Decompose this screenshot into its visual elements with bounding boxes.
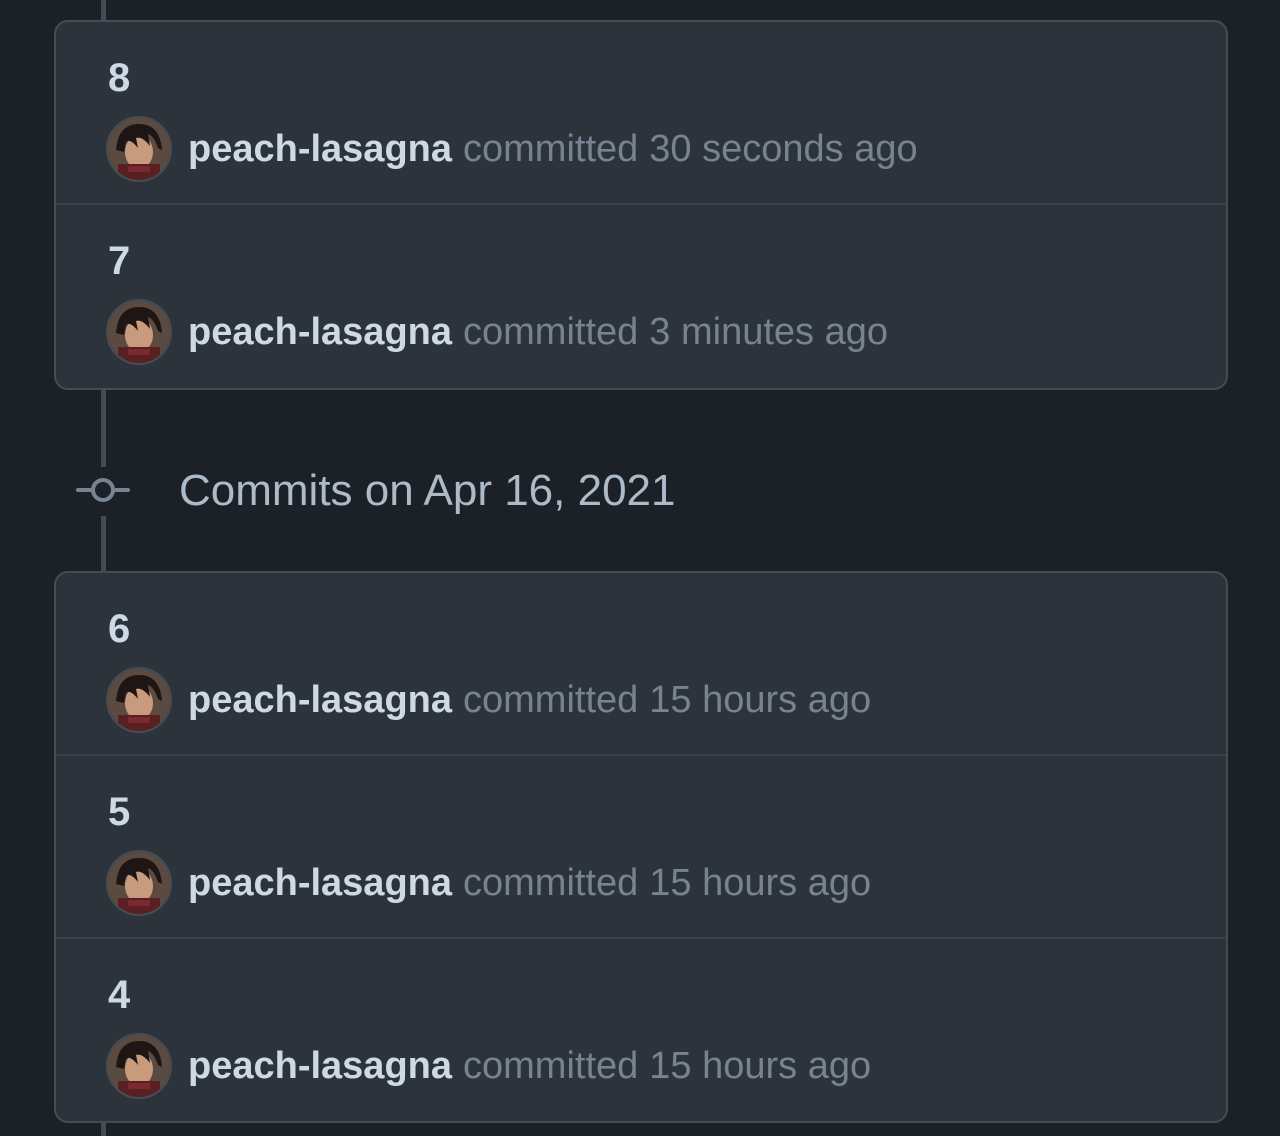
commit-group-card-recent: 8 peach-lasagna committed 30 seconds ago xyxy=(54,20,1228,390)
commit-row[interactable]: 4 peach-lasagna committed 15 hours ago xyxy=(56,939,1226,1121)
commit-row[interactable]: 6 peach-lasagna committed 15 hours ago xyxy=(56,573,1226,756)
commit-author-link[interactable]: peach-lasagna xyxy=(188,679,452,722)
commit-group-card-apr-16: 6 peach-lasagna committed 15 hours ago 5 xyxy=(54,571,1228,1123)
commit-meta: peach-lasagna committed 30 seconds ago xyxy=(106,115,918,183)
commit-author-link[interactable]: peach-lasagna xyxy=(188,128,452,171)
avatar-image xyxy=(108,118,170,180)
commit-author-link[interactable]: peach-lasagna xyxy=(188,862,452,905)
commit-meta: peach-lasagna committed 15 hours ago xyxy=(106,849,871,917)
commit-meta: peach-lasagna committed 15 hours ago xyxy=(106,1032,871,1100)
commit-meta: peach-lasagna committed 3 minutes ago xyxy=(106,298,888,366)
avatar-image xyxy=(108,852,170,914)
commit-title-link[interactable]: 5 xyxy=(108,788,130,836)
commit-title-link[interactable]: 8 xyxy=(108,54,130,102)
user-avatar[interactable] xyxy=(106,850,172,916)
commit-group-header: Commits on Apr 16, 2021 xyxy=(0,455,1280,525)
commit-meta: peach-lasagna committed 15 hours ago xyxy=(106,666,871,734)
commit-title-link[interactable]: 6 xyxy=(108,605,130,653)
commit-relative-time: 15 hours ago xyxy=(649,861,872,904)
git-commit-icon xyxy=(76,478,130,502)
commit-relative-time: 15 hours ago xyxy=(649,678,872,721)
user-avatar[interactable] xyxy=(106,1033,172,1099)
avatar-image xyxy=(108,669,170,731)
commit-relative-time: 30 seconds ago xyxy=(649,127,918,170)
commit-title-link[interactable]: 4 xyxy=(108,971,130,1019)
commit-verb: committed xyxy=(463,310,639,353)
commit-verb: committed xyxy=(463,1044,639,1087)
commit-author-link[interactable]: peach-lasagna xyxy=(188,311,452,354)
commit-author-link[interactable]: peach-lasagna xyxy=(188,1045,452,1088)
commit-history-page: 8 peach-lasagna committed 30 seconds ago xyxy=(0,0,1280,1136)
commit-verb: committed xyxy=(463,127,639,170)
timeline-line-bottom xyxy=(101,1122,106,1136)
timeline-line-top xyxy=(101,0,106,20)
commit-row[interactable]: 7 peach-lasagna committed 3 minutes ago xyxy=(56,205,1226,388)
commit-group-date: Commits on Apr 16, 2021 xyxy=(179,466,676,515)
avatar-image xyxy=(108,301,170,363)
user-avatar[interactable] xyxy=(106,116,172,182)
avatar-image xyxy=(108,1035,170,1097)
commit-relative-time: 3 minutes ago xyxy=(649,310,888,353)
commit-title-link[interactable]: 7 xyxy=(108,237,130,285)
user-avatar[interactable] xyxy=(106,299,172,365)
commit-row[interactable]: 8 peach-lasagna committed 30 seconds ago xyxy=(56,22,1226,205)
commit-relative-time: 15 hours ago xyxy=(649,1044,872,1087)
commit-row[interactable]: 5 peach-lasagna committed 15 hours ago xyxy=(56,756,1226,939)
commit-verb: committed xyxy=(463,861,639,904)
commit-verb: committed xyxy=(463,678,639,721)
user-avatar[interactable] xyxy=(106,667,172,733)
